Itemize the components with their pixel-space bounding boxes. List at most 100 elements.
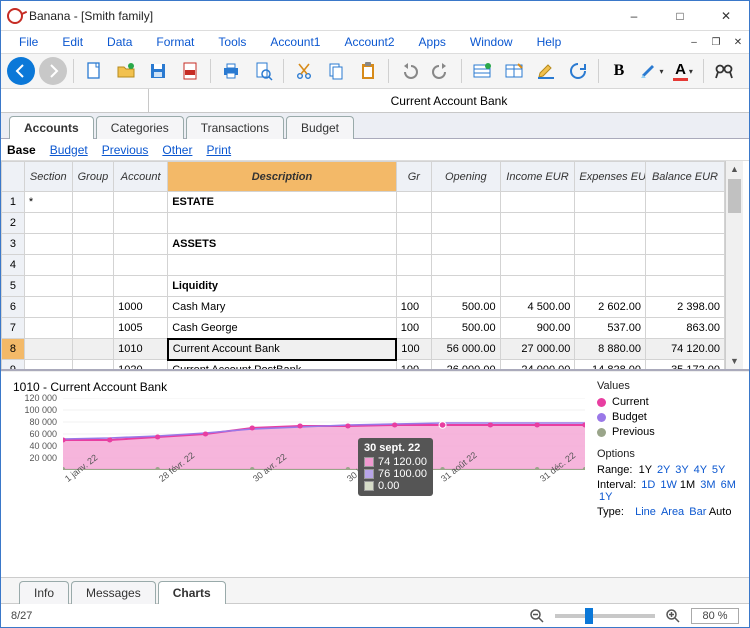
refresh-button[interactable] xyxy=(564,57,592,85)
menu-apps[interactable]: Apps xyxy=(407,33,458,51)
menu-account1[interactable]: Account1 xyxy=(258,33,332,51)
chart-box[interactable]: 120 000 100 000 80 000 60 000 40 000 20 … xyxy=(13,398,585,488)
col-income[interactable]: Income EUR xyxy=(500,162,575,192)
nav-forward-button[interactable] xyxy=(39,57,67,85)
titlebar: Banana - [Smith family] – □ ✕ xyxy=(1,1,749,31)
col-section[interactable]: Section xyxy=(24,162,72,192)
undo-button[interactable] xyxy=(395,57,423,85)
col-rownum[interactable] xyxy=(2,162,25,192)
chart-plot[interactable] xyxy=(63,398,585,470)
print-button[interactable] xyxy=(217,57,245,85)
table-row[interactable]: 81010Current Account Bank10056 000.0027 … xyxy=(2,339,725,360)
menu-format[interactable]: Format xyxy=(144,33,206,51)
table-row[interactable]: 1*ESTATE xyxy=(2,192,725,213)
scroll-down-icon[interactable]: ▼ xyxy=(726,353,743,369)
paste-button[interactable] xyxy=(354,57,382,85)
print-preview-button[interactable] xyxy=(249,57,277,85)
menu-data[interactable]: Data xyxy=(95,33,144,51)
mdi-close-icon[interactable]: ✕ xyxy=(729,33,747,51)
scroll-thumb[interactable] xyxy=(728,179,741,213)
cut-button[interactable] xyxy=(290,57,318,85)
save-button[interactable] xyxy=(144,57,172,85)
col-expenses[interactable]: Expenses EUR xyxy=(575,162,646,192)
subnav-other[interactable]: Other xyxy=(162,143,192,157)
range-3y[interactable]: 3Y xyxy=(675,464,688,476)
pdf-button[interactable] xyxy=(176,57,204,85)
subnav-print[interactable]: Print xyxy=(206,143,231,157)
zoom-out-icon[interactable] xyxy=(529,608,545,624)
table-row[interactable]: 3ASSETS xyxy=(2,234,725,255)
table-tool-1-button[interactable] xyxy=(468,57,496,85)
cell-value[interactable]: Current Account Bank xyxy=(149,91,749,111)
col-description[interactable]: Description xyxy=(168,162,397,192)
menu-help[interactable]: Help xyxy=(525,33,574,51)
zoom-value[interactable]: 80 % xyxy=(691,608,739,624)
close-button[interactable]: ✕ xyxy=(703,1,749,31)
subnav-previous[interactable]: Previous xyxy=(102,143,149,157)
col-account[interactable]: Account xyxy=(114,162,168,192)
lowtab-charts[interactable]: Charts xyxy=(158,581,226,604)
zoom-slider[interactable] xyxy=(555,614,655,618)
col-group[interactable]: Group xyxy=(72,162,114,192)
legend-item-previous[interactable]: Previous xyxy=(597,426,737,438)
col-gr[interactable]: Gr xyxy=(396,162,431,192)
int-1d[interactable]: 1D xyxy=(641,479,655,491)
range-4y[interactable]: 4Y xyxy=(694,464,707,476)
col-balance[interactable]: Balance EUR xyxy=(645,162,724,192)
lowtab-info[interactable]: Info xyxy=(19,581,69,604)
tab-budget[interactable]: Budget xyxy=(286,116,354,139)
table-row[interactable]: 71005Cash George100500.00900.00537.00863… xyxy=(2,318,725,339)
table-tool-2-button[interactable] xyxy=(500,57,528,85)
range-2y[interactable]: 2Y xyxy=(657,464,670,476)
redo-button[interactable] xyxy=(427,57,455,85)
chart-y-axis: 120 000 100 000 80 000 60 000 40 000 20 … xyxy=(13,398,59,470)
bold-button[interactable]: B xyxy=(605,57,633,85)
col-opening[interactable]: Opening xyxy=(432,162,501,192)
menu-account2[interactable]: Account2 xyxy=(332,33,406,51)
int-6m[interactable]: 6M xyxy=(721,479,736,491)
zoom-in-icon[interactable] xyxy=(665,608,681,624)
nav-back-button[interactable] xyxy=(7,57,35,85)
legend-item-budget[interactable]: Budget xyxy=(597,411,737,423)
lowtab-messages[interactable]: Messages xyxy=(71,581,156,604)
maximize-button[interactable]: □ xyxy=(657,1,703,31)
zoom-thumb[interactable] xyxy=(585,608,593,624)
table-row[interactable]: 91020Current Account PostBank10026 000.0… xyxy=(2,360,725,372)
mdi-minimize-icon[interactable]: – xyxy=(685,33,703,51)
table-row[interactable]: 4 xyxy=(2,255,725,276)
open-button[interactable] xyxy=(112,57,140,85)
mdi-restore-icon[interactable]: ❐ xyxy=(707,33,725,51)
type-area[interactable]: Area xyxy=(661,506,684,518)
minimize-button[interactable]: – xyxy=(611,1,657,31)
type-bar[interactable]: Bar xyxy=(689,506,706,518)
tab-transactions[interactable]: Transactions xyxy=(186,116,284,139)
int-1w[interactable]: 1W xyxy=(660,479,677,491)
new-button[interactable] xyxy=(80,57,108,85)
menu-window[interactable]: Window xyxy=(458,33,525,51)
find-button[interactable] xyxy=(710,57,738,85)
copy-button[interactable] xyxy=(322,57,350,85)
range-5y[interactable]: 5Y xyxy=(712,464,725,476)
font-color-button[interactable]: A▾ xyxy=(669,57,697,85)
menu-tools[interactable]: Tools xyxy=(206,33,258,51)
table-row[interactable]: 61000Cash Mary100500.004 500.002 602.002… xyxy=(2,297,725,318)
tab-categories[interactable]: Categories xyxy=(96,116,184,139)
window-title: Banana - [Smith family] xyxy=(29,9,611,23)
tab-accounts[interactable]: Accounts xyxy=(9,116,94,139)
accounts-grid[interactable]: Section Group Account Description Gr Ope… xyxy=(1,161,725,371)
highlight-button[interactable] xyxy=(532,57,560,85)
grid-vertical-scrollbar[interactable]: ▲ ▼ xyxy=(725,161,743,369)
table-row[interactable]: 5Liquidity xyxy=(2,276,725,297)
cell-reference[interactable] xyxy=(1,89,149,112)
legend-item-current[interactable]: Current xyxy=(597,396,737,408)
highlighter-button[interactable]: ▾ xyxy=(637,57,665,85)
subnav-budget[interactable]: Budget xyxy=(50,143,88,157)
int-1y[interactable]: 1Y xyxy=(599,491,612,503)
series-previous-area xyxy=(63,469,585,470)
table-row[interactable]: 2 xyxy=(2,213,725,234)
int-3m[interactable]: 3M xyxy=(700,479,715,491)
scroll-up-icon[interactable]: ▲ xyxy=(726,161,743,177)
menu-edit[interactable]: Edit xyxy=(50,33,95,51)
menu-file[interactable]: File xyxy=(7,33,50,51)
type-line[interactable]: Line xyxy=(635,506,656,518)
